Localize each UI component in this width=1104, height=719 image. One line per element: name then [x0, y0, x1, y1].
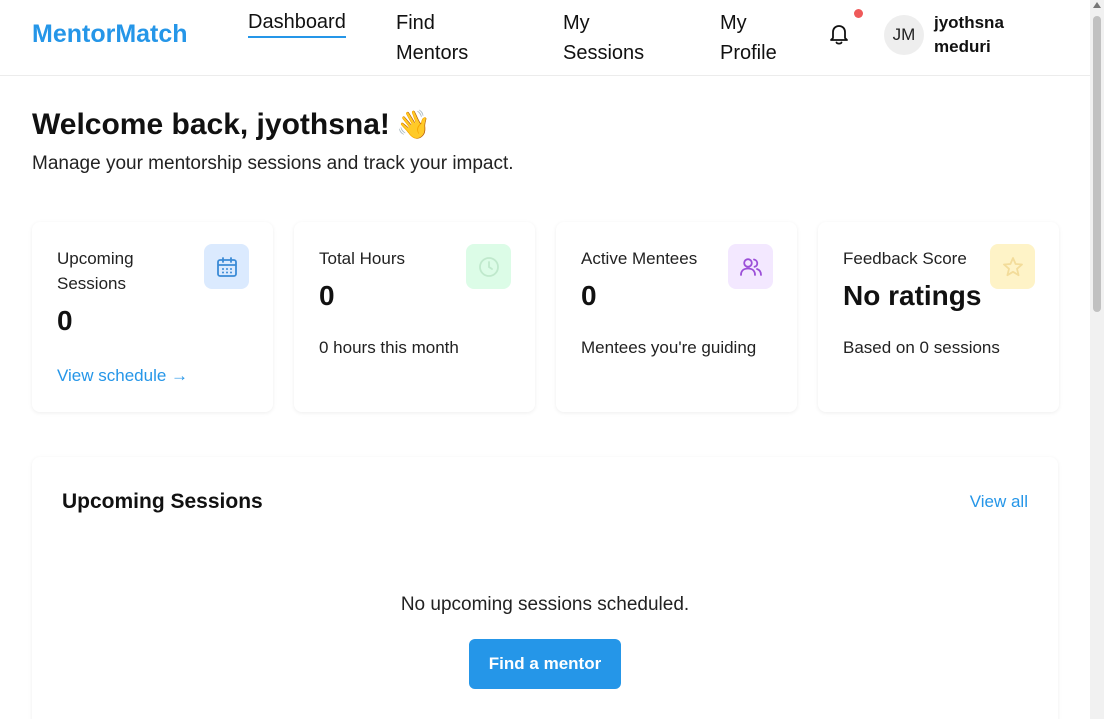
- stat-value: No ratings: [843, 280, 982, 311]
- stat-label: Upcoming Sessions: [57, 246, 134, 296]
- nav-dashboard-label: Dashboard: [248, 11, 346, 33]
- nav-find-mentors-label-1: Find: [396, 12, 435, 34]
- stat-value: 0: [57, 305, 73, 336]
- clock-icon: [466, 244, 511, 289]
- star-icon: [990, 244, 1035, 289]
- view-all-link[interactable]: View all: [970, 492, 1028, 512]
- stat-label: Feedback Score: [843, 249, 967, 268]
- stat-label-line-2: Sessions: [57, 274, 126, 293]
- user-last-name: meduri: [934, 37, 991, 56]
- nav-find-mentors-label-2: Mentors: [396, 42, 469, 64]
- nav-dashboard[interactable]: Dashboard: [248, 8, 346, 38]
- scrollbar-thumb[interactable]: [1093, 16, 1101, 312]
- scroll-up-arrow-icon[interactable]: [1093, 2, 1101, 8]
- page-title: Welcome back, jyothsna!: [32, 108, 390, 141]
- stat-card-feedback-score: Feedback Score No ratings Based on 0 ses…: [818, 222, 1059, 412]
- nav-find-mentors[interactable]: Find Mentors: [396, 8, 468, 68]
- stat-value: 0: [581, 280, 597, 311]
- empty-state-message: No upcoming sessions scheduled.: [400, 594, 690, 615]
- stat-label-line-1: Upcoming: [57, 249, 134, 268]
- user-name[interactable]: jyothsna meduri: [934, 11, 1054, 59]
- nav-my-profile[interactable]: My Profile: [720, 8, 777, 68]
- stat-card-upcoming-sessions: Upcoming Sessions 0 View schedule →: [32, 222, 273, 412]
- avatar[interactable]: JM: [884, 15, 924, 55]
- notification-dot: [854, 9, 863, 18]
- brand-logo[interactable]: MentorMatch: [32, 20, 188, 49]
- stat-subtext: Mentees you're guiding: [581, 338, 757, 357]
- nav-my-sessions-label-1: My: [563, 12, 590, 34]
- top-navbar: MentorMatch Dashboard Find Mentors My Se…: [0, 0, 1090, 76]
- view-schedule-link[interactable]: View schedule →: [57, 366, 188, 386]
- nav-my-profile-label-2: Profile: [720, 42, 777, 64]
- section-title: Upcoming Sessions: [62, 490, 263, 513]
- stat-card-total-hours: Total Hours 0 0 hours this month: [294, 222, 535, 412]
- waving-hand-icon: 👋: [396, 109, 431, 140]
- stat-label: Total Hours: [319, 249, 405, 268]
- nav-my-sessions-label-2: Sessions: [563, 42, 645, 64]
- find-a-mentor-button[interactable]: Find a mentor: [469, 639, 621, 689]
- nav-my-sessions[interactable]: My Sessions: [563, 8, 644, 68]
- upcoming-sessions-panel: Upcoming Sessions View all No upcoming s…: [32, 457, 1058, 719]
- calendar-icon: [204, 244, 249, 289]
- page-subtitle: Manage your mentorship sessions and trac…: [32, 153, 514, 174]
- stat-subtext: Based on 0 sessions: [843, 338, 1000, 357]
- page-scrollbar[interactable]: [1090, 0, 1104, 719]
- stat-label: Active Mentees: [581, 249, 698, 268]
- stat-value: 0: [319, 280, 335, 311]
- bell-icon[interactable]: [828, 22, 850, 46]
- users-icon: [728, 244, 773, 289]
- stat-card-active-mentees: Active Mentees 0 Mentees you're guiding: [556, 222, 797, 412]
- user-first-name: jyothsna: [934, 13, 1004, 32]
- nav-my-profile-label-1: My: [720, 12, 747, 34]
- stat-subtext: 0 hours this month: [319, 338, 459, 357]
